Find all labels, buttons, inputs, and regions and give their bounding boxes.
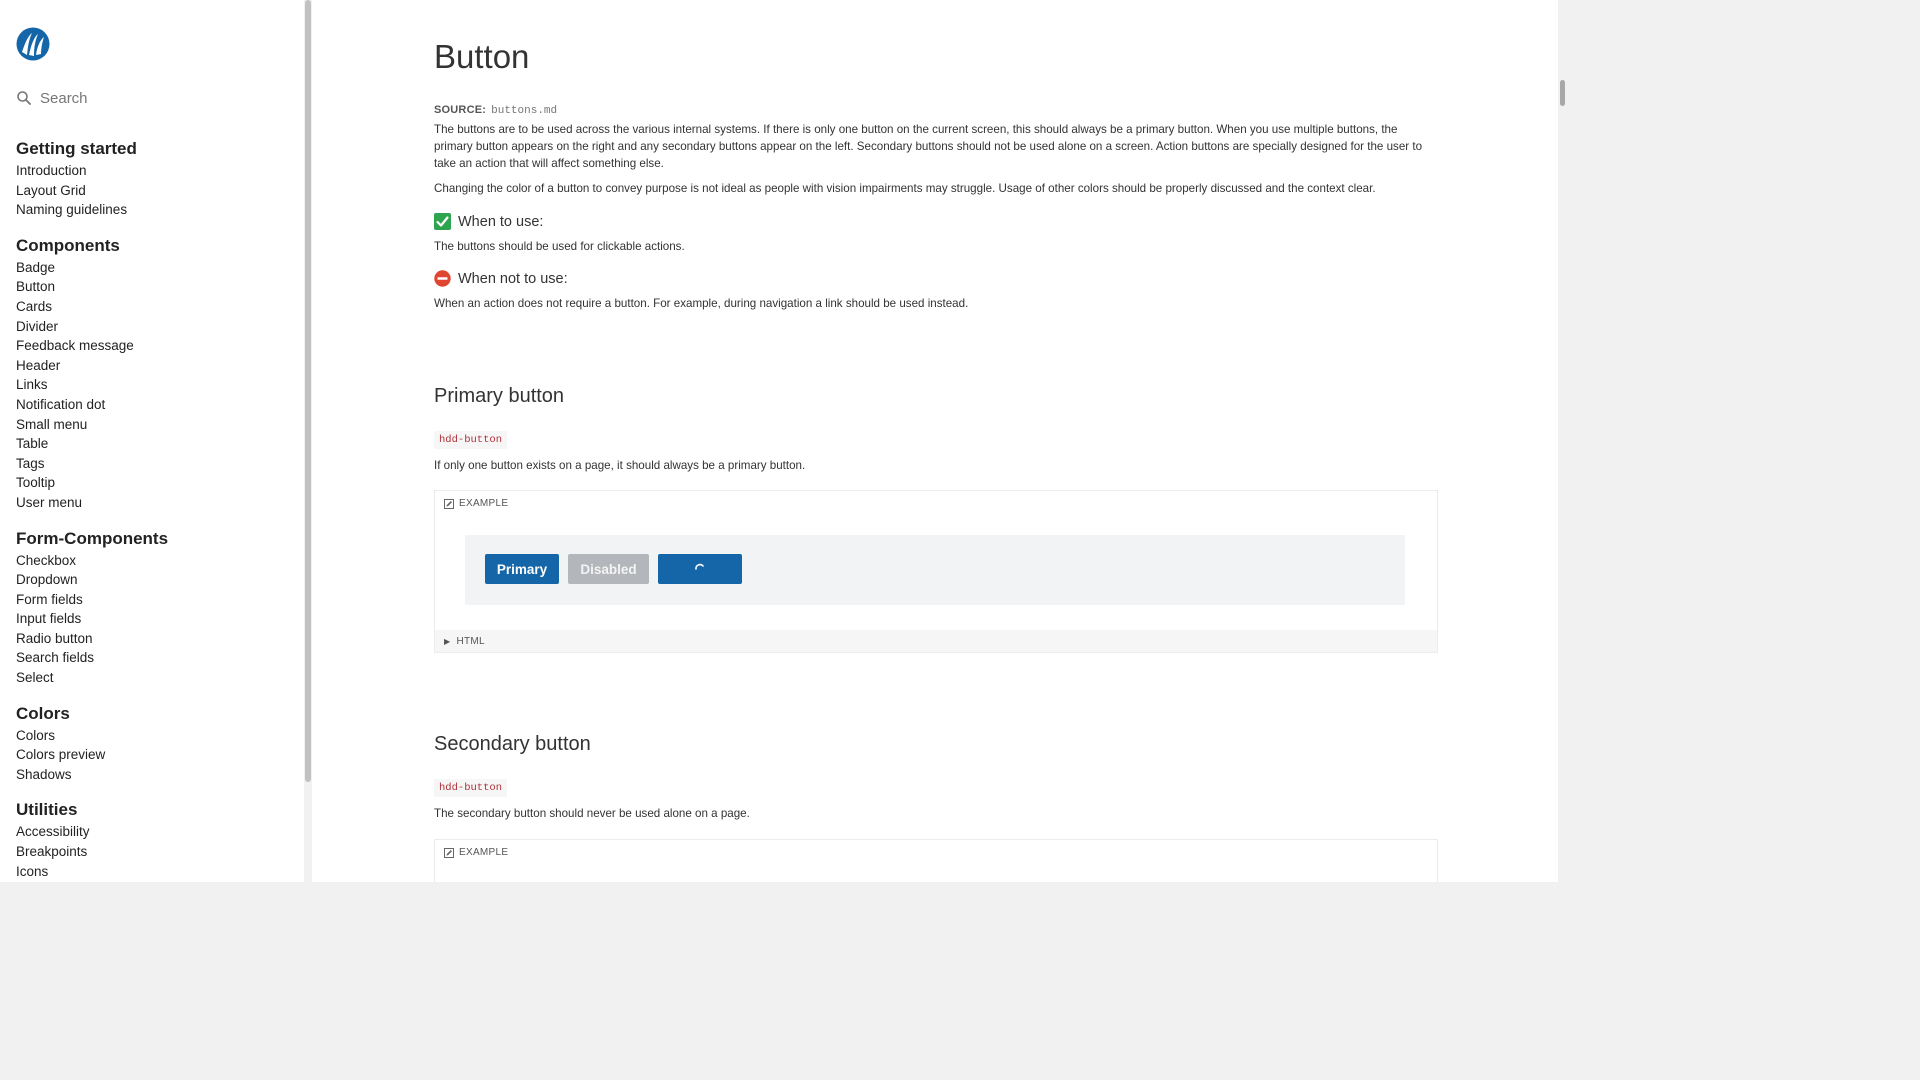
edit-icon	[444, 847, 454, 858]
intro-paragraph: The buttons are to be used across the va…	[434, 123, 1423, 171]
example-label: EXAMPLE	[444, 847, 508, 858]
sidebar: Getting started Introduction Layout Grid…	[0, 0, 304, 882]
loading-button[interactable]	[658, 554, 742, 584]
html-toggle[interactable]: ▶ HTML	[435, 630, 1437, 652]
disabled-button: Disabled	[568, 554, 649, 584]
nav-heading: Colors	[16, 703, 70, 723]
sidebar-item-colors-preview[interactable]: Colors preview	[16, 745, 296, 765]
sidebar-item-small-menu[interactable]: Small menu	[16, 415, 296, 435]
secondary-button-heading: Secondary button	[434, 733, 591, 755]
brand-logo-icon[interactable]	[16, 27, 50, 61]
when-not-to-use-label: When not to use:	[458, 270, 568, 287]
sidebar-item-select[interactable]: Select	[16, 668, 296, 688]
secondary-button-description: The secondary button should never be use…	[434, 807, 750, 820]
search-field[interactable]	[16, 86, 286, 110]
main-content: Button SOURCE: buttons.md The buttons are…	[312, 0, 1558, 882]
sidebar-item-input-fields[interactable]: Input fields	[16, 609, 296, 629]
sidebar-item-notification-dot[interactable]: Notification dot	[16, 395, 296, 415]
edit-icon	[444, 498, 454, 509]
sidebar-item-header[interactable]: Header	[16, 356, 296, 376]
sidebar-item-introduction[interactable]: Introduction	[16, 161, 296, 181]
html-toggle-label: HTML	[456, 635, 485, 647]
sidebar-item-icons[interactable]: Icons	[16, 862, 296, 882]
source-label: SOURCE:	[434, 104, 487, 116]
when-not-to-use-heading: When not to use:	[434, 270, 568, 287]
example-label-text: EXAMPLE	[459, 498, 509, 509]
primary-button-description: If only one button exists on a page, it …	[434, 459, 806, 472]
sidebar-scrollbar-thumb[interactable]	[305, 0, 311, 782]
sidebar-item-colors[interactable]: Colors	[16, 726, 296, 746]
search-input[interactable]	[40, 89, 260, 107]
sidebar-item-cards[interactable]: Cards	[16, 297, 296, 317]
example-label: EXAMPLE	[444, 498, 508, 509]
sidebar-item-radio-button[interactable]: Radio button	[16, 629, 296, 649]
sidebar-item-naming-guidelines[interactable]: Naming guidelines	[16, 200, 296, 220]
color-note-paragraph: Changing the color of a button to convey…	[434, 182, 1376, 195]
nav-heading: Utilities	[16, 800, 78, 820]
source-file: buttons.md	[491, 105, 558, 117]
sidebar-item-layout-grid[interactable]: Layout Grid	[16, 181, 296, 201]
spinner-icon	[695, 563, 704, 570]
when-to-use-heading: When to use:	[434, 213, 543, 230]
sidebar-item-dropdown[interactable]: Dropdown	[16, 570, 296, 590]
primary-button-heading: Primary button	[434, 385, 565, 407]
primary-example-card: EXAMPLE Primary Disabled ▶ HTML	[434, 490, 1438, 653]
sidebar-scrollbar[interactable]	[304, 0, 312, 882]
nav-section-components: Components Badge Button Cards Divider Fe…	[16, 235, 296, 513]
nav-section-colors: Colors Colors Colors preview Shadows	[16, 703, 296, 785]
component-tag: hdd-button	[434, 431, 508, 449]
sidebar-item-accessibility[interactable]: Accessibility	[16, 822, 296, 842]
sidebar-item-button[interactable]: Button	[16, 277, 296, 297]
sidebar-item-form-fields[interactable]: Form fields	[16, 590, 296, 610]
page-title: Button	[434, 38, 530, 75]
primary-button[interactable]: Primary	[485, 554, 559, 584]
sidebar-item-tooltip[interactable]: Tooltip	[16, 473, 296, 493]
nav-section-getting-started: Getting started Introduction Layout Grid…	[16, 138, 296, 220]
nav-heading: Components	[16, 235, 120, 255]
sidebar-nav: Getting started Introduction Layout Grid…	[16, 138, 296, 882]
sidebar-item-breakpoints[interactable]: Breakpoints	[16, 842, 296, 862]
when-to-use-label: When to use:	[458, 213, 544, 230]
main-scrollbar[interactable]	[1558, 0, 1568, 882]
sidebar-item-divider[interactable]: Divider	[16, 317, 296, 337]
sidebar-item-user-menu[interactable]: User menu	[16, 493, 296, 513]
sidebar-item-tags[interactable]: Tags	[16, 454, 296, 474]
search-icon	[17, 91, 31, 105]
component-tag: hdd-button	[434, 779, 508, 797]
nav-heading: Form-Components	[16, 528, 169, 548]
when-not-to-use-text: When an action does not require a button…	[434, 297, 969, 310]
when-to-use-text: The buttons should be used for clickable…	[434, 240, 685, 253]
caret-right-icon: ▶	[444, 636, 451, 646]
sidebar-item-feedback-message[interactable]: Feedback message	[16, 336, 296, 356]
no-entry-icon	[434, 270, 451, 287]
secondary-example-card: EXAMPLE	[434, 839, 1438, 882]
source-line: SOURCE: buttons.md	[434, 104, 557, 117]
sidebar-item-table[interactable]: Table	[16, 434, 296, 454]
example-preview: Primary Disabled	[465, 535, 1405, 605]
sidebar-item-search-fields[interactable]: Search fields	[16, 648, 296, 668]
sidebar-item-links[interactable]: Links	[16, 375, 296, 395]
nav-section-utilities: Utilities Accessibility Breakpoints Icon…	[16, 799, 296, 881]
example-label-text: EXAMPLE	[459, 847, 509, 858]
check-mark-icon	[434, 213, 451, 230]
nav-heading: Getting started	[16, 139, 137, 158]
sidebar-item-checkbox[interactable]: Checkbox	[16, 551, 296, 571]
sidebar-item-shadows[interactable]: Shadows	[16, 765, 296, 785]
main-scrollbar-thumb[interactable]	[1560, 80, 1565, 106]
nav-section-form-components: Form-Components Checkbox Dropdown Form f…	[16, 528, 296, 688]
sidebar-item-badge[interactable]: Badge	[16, 258, 296, 278]
